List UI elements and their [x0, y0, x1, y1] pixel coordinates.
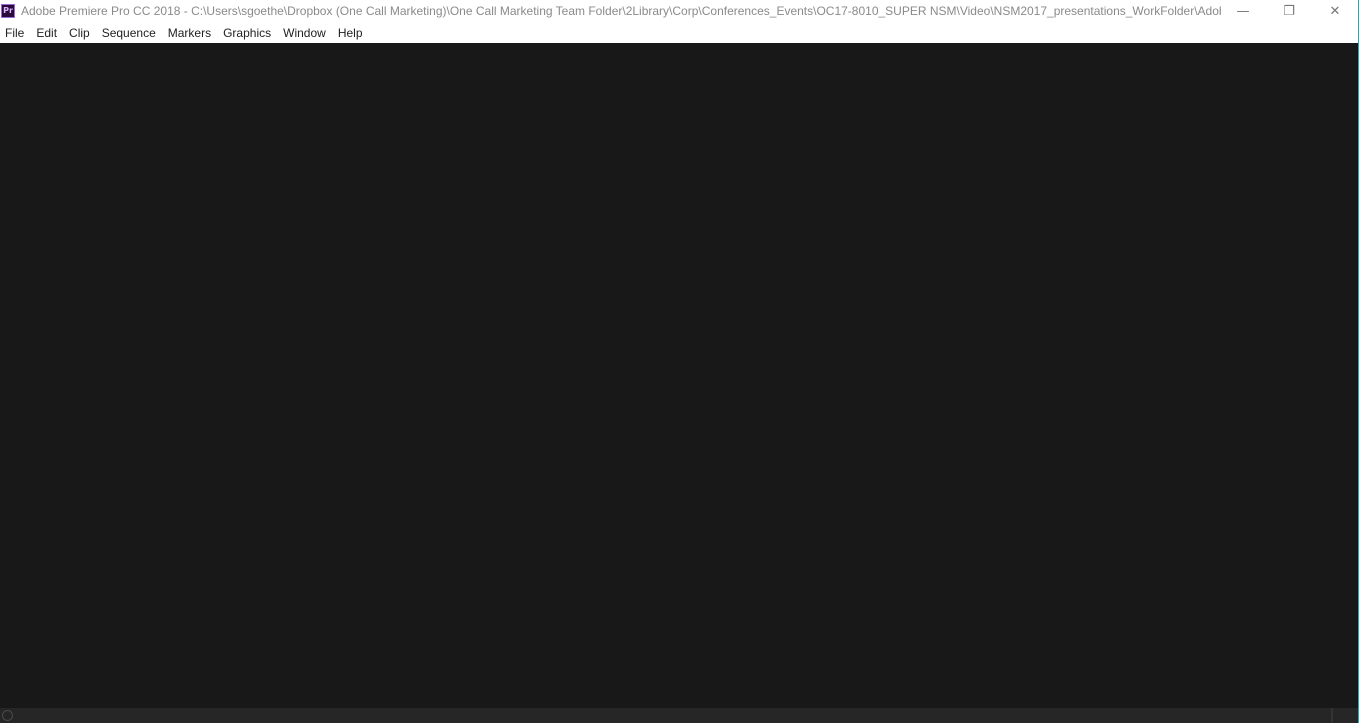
restore-button[interactable]: ❐: [1266, 0, 1312, 22]
menu-edit[interactable]: Edit: [31, 26, 64, 40]
menu-window[interactable]: Window: [278, 26, 333, 40]
creative-cloud-icon[interactable]: [2, 710, 13, 721]
menu-bar: File Edit Clip Sequence Markers Graphics…: [0, 22, 1358, 43]
menu-help[interactable]: Help: [333, 26, 370, 40]
status-bar-divider: [1331, 708, 1333, 723]
restore-icon: ❐: [1283, 3, 1295, 19]
close-button[interactable]: ✕: [1312, 0, 1358, 22]
menu-file[interactable]: File: [0, 26, 31, 40]
close-icon: ✕: [1329, 3, 1341, 19]
window-controls: — ❐ ✕: [1220, 0, 1358, 22]
menu-graphics[interactable]: Graphics: [218, 26, 278, 40]
minimize-button[interactable]: —: [1220, 0, 1266, 22]
status-bar: [0, 708, 1358, 723]
title-bar[interactable]: Pr Adobe Premiere Pro CC 2018 - C:\Users…: [0, 0, 1358, 22]
menu-markers[interactable]: Markers: [163, 26, 218, 40]
minimize-icon: —: [1236, 3, 1250, 19]
window-title: Adobe Premiere Pro CC 2018 - C:\Users\sg…: [21, 4, 1221, 18]
premiere-pro-app-icon[interactable]: Pr: [1, 4, 15, 18]
workspace-area: [0, 43, 1358, 708]
menu-sequence[interactable]: Sequence: [97, 26, 163, 40]
menu-clip[interactable]: Clip: [64, 26, 97, 40]
